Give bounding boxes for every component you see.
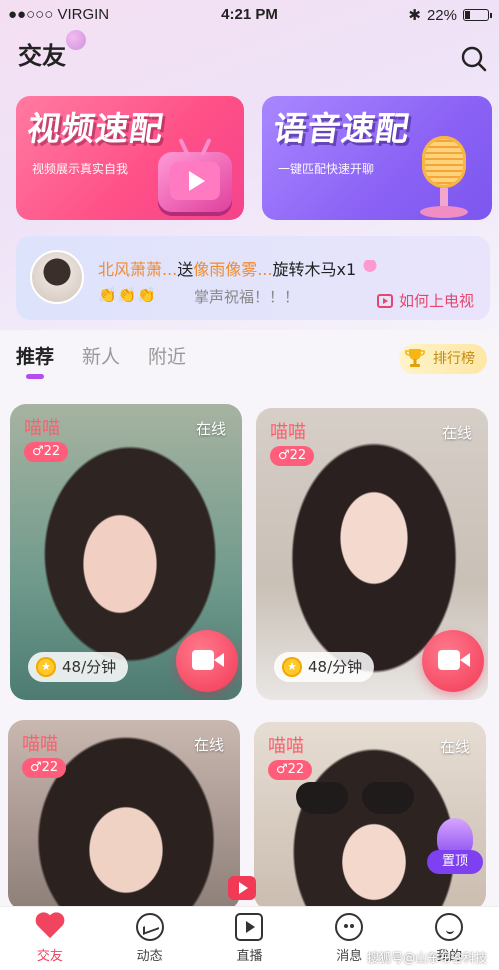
user-card[interactable]: 喵喵 ♂22 在线 ★ 48/分钟 — [256, 408, 488, 700]
microphone-icon — [414, 136, 474, 220]
coin-icon: ★ — [36, 657, 56, 677]
how-to-on-tv-link[interactable]: 如何上电视 — [376, 290, 474, 311]
gift-notice-text: 北风萧萧...送像雨像雾...旋转木马x1 — [98, 256, 381, 280]
price-label: 48/分钟 — [62, 658, 117, 676]
video-match-banner[interactable]: 视频速配 视频展示真实自我 — [16, 96, 244, 220]
watermark: 搜狐号@山东布谷科技 — [366, 951, 487, 965]
live-tv-icon — [235, 913, 264, 941]
user-card[interactable]: 喵喵 ♂22 在线 ★ 48/分钟 — [10, 404, 242, 700]
pin-to-top-label: 置顶 — [427, 850, 483, 874]
status-bar: ●●○○○ VIRGIN 4:21 PM ✱ 22% — [0, 0, 499, 30]
user-card[interactable]: 喵喵 ♂22 在线 — [8, 720, 240, 910]
trophy-icon — [405, 349, 425, 367]
nav-live[interactable]: 直播 — [214, 913, 284, 964]
profile-icon — [435, 913, 464, 941]
online-status: 在线 — [195, 420, 226, 438]
camera-icon — [438, 650, 470, 670]
gender-age-badge: ♂22 — [268, 760, 313, 780]
tv-icon — [376, 293, 393, 308]
price-label: 48/分钟 — [308, 658, 363, 676]
nav-moments-label: 动态 — [136, 949, 163, 964]
video-call-button[interactable] — [176, 630, 238, 692]
pin-to-top-button[interactable]: 置顶 — [427, 818, 483, 878]
sent-label: 送 — [177, 260, 194, 279]
online-status: 在线 — [193, 736, 224, 754]
voice-match-banner[interactable]: 语音速配 一键匹配快速开聊 — [262, 96, 492, 220]
price-tag: ★ 48/分钟 — [28, 652, 129, 682]
receiver-name: 像雨像雾... — [193, 260, 273, 279]
trend-icon — [135, 913, 164, 941]
page-title: 交友 — [18, 42, 66, 70]
heart-icon — [35, 913, 65, 941]
clap-icons: 👏👏👏 — [98, 286, 158, 304]
camera-icon — [192, 650, 224, 670]
video-call-button[interactable] — [422, 630, 484, 692]
user-name: 喵喵 — [270, 422, 306, 443]
gift-notice-bar[interactable]: 北风萧萧...送像雨像雾...旋转木马x1 👏👏👏 掌声祝福！！！ 如何上电视 — [16, 236, 490, 320]
gender-age-badge: ♂22 — [24, 442, 69, 462]
sunglasses — [296, 782, 414, 816]
tab-recommend[interactable]: 推荐 — [16, 342, 54, 379]
user-name: 喵喵 — [268, 736, 304, 757]
online-status: 在线 — [439, 738, 470, 756]
search-icon[interactable] — [459, 44, 489, 74]
nav-dating-label: 交友 — [36, 949, 63, 964]
avatar[interactable] — [30, 250, 84, 304]
gift-name: 旋转木马x1 — [272, 260, 357, 279]
tab-new[interactable]: 新人 — [82, 342, 120, 369]
nav-dating[interactable]: 交友 — [15, 913, 85, 964]
bluetooth-icon: ✱ — [408, 7, 421, 24]
live-play-icon — [228, 876, 256, 900]
tab-nearby[interactable]: 附近 — [148, 342, 186, 369]
leaderboard-label: 排行榜 — [433, 351, 475, 367]
voice-match-title: 语音速配 — [270, 109, 413, 148]
gender-age-badge: ♂22 — [270, 446, 315, 466]
carousel-icon — [360, 260, 381, 278]
title-decoration — [66, 30, 86, 50]
leaderboard-button[interactable]: 排行榜 — [399, 344, 487, 374]
price-tag: ★ 48/分钟 — [274, 652, 375, 682]
user-card[interactable]: 喵喵 ♂22 在线 — [254, 722, 486, 910]
coin-icon: ★ — [282, 657, 302, 677]
category-tabs: 推荐 新人 附近 — [16, 342, 186, 379]
online-status: 在线 — [441, 424, 472, 442]
nav-moments[interactable]: 动态 — [115, 913, 185, 964]
video-match-title: 视频速配 — [24, 109, 167, 148]
nav-live-label: 直播 — [236, 949, 263, 964]
video-match-subtitle: 视频展示真实自我 — [32, 162, 129, 176]
message-icon — [335, 913, 364, 941]
sender-name: 北风萧萧... — [98, 260, 178, 279]
notice-message: 掌声祝福！！！ — [194, 288, 300, 306]
voice-match-subtitle: 一键匹配快速开聊 — [278, 162, 375, 176]
gender-age-badge: ♂22 — [22, 758, 67, 778]
user-name: 喵喵 — [24, 418, 60, 439]
user-name: 喵喵 — [22, 734, 58, 755]
how-to-on-tv-label: 如何上电视 — [398, 292, 474, 310]
battery-percent: 22% — [426, 6, 457, 24]
battery-icon — [463, 9, 492, 21]
tv-play-icon — [158, 152, 232, 212]
